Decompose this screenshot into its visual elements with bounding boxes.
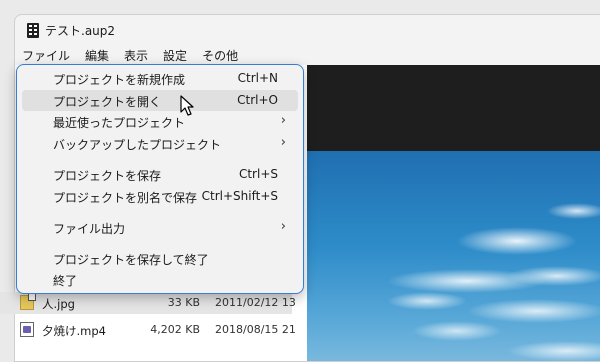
list-item[interactable]: 夕焼け.mp4 4,202 KB 2018/08/15 21 [0,319,296,341]
menu-item-label: プロジェクトを新規作成 [53,73,186,87]
menu-item-label: バックアップしたプロジェクト [53,138,222,152]
file-menu-dropdown: プロジェクトを新規作成 Ctrl+N プロジェクトを開く Ctrl+O 最近使っ… [16,64,304,294]
window-title: テスト.aup2 [45,24,116,38]
menu-item-file-export[interactable]: ファイル出力 › [22,217,298,238]
menu-item-recent-projects[interactable]: 最近使ったプロジェクト › [22,111,298,132]
menu-item-new-project[interactable]: プロジェクトを新規作成 Ctrl+N [22,68,298,89]
menu-item-open-project[interactable]: プロジェクトを開く Ctrl+O [22,90,298,111]
title-bar: テスト.aup2 [15,15,600,45]
shortcut-label: Ctrl+S [238,167,278,181]
list-item[interactable]: 人.jpg 33 KB 2011/02/12 13 [0,292,296,314]
menu-file[interactable]: ファイル [15,45,78,65]
file-date: 2011/02/12 13 [215,296,296,309]
menu-item-label: プロジェクトを保存して終了 [53,253,209,267]
menu-bar: ファイル 編集 表示 設定 その他 [15,45,600,65]
chevron-right-icon: › [280,135,286,150]
menu-settings[interactable]: 設定 [156,45,195,65]
file-size: 33 KB [167,296,200,309]
menu-item-exit[interactable]: 終了 [22,269,298,290]
preview-area[interactable] [307,65,600,361]
file-size: 4,202 KB [150,323,200,336]
jpg-file-icon [20,293,36,310]
menu-item-label: 終了 [53,274,78,288]
menu-item-save-as[interactable]: プロジェクトを別名で保存 Ctrl+Shift+S [22,186,298,207]
menu-item-label: プロジェクトを別名で保存 [53,191,198,205]
file-name: 夕焼け.mp4 [42,324,106,338]
shortcut-label: Ctrl+O [237,93,278,107]
menu-item-save-project[interactable]: プロジェクトを保存 Ctrl+S [22,164,298,185]
menu-item-save-and-exit[interactable]: プロジェクトを保存して終了 [22,248,298,269]
preview-image [307,151,600,361]
mouse-pointer-icon [180,95,194,116]
menu-item-label: プロジェクトを開く [53,95,162,109]
film-strip-icon [27,23,39,38]
file-name: 人.jpg [42,297,75,311]
shortcut-label: Ctrl+Shift+S [201,189,278,203]
chevron-right-icon: › [280,219,286,234]
menu-item-label: ファイル出力 [53,222,126,236]
file-date: 2018/08/15 21 [215,323,296,336]
menu-view[interactable]: 表示 [117,45,156,65]
menu-item-label: プロジェクトを保存 [53,169,162,183]
menu-item-label: 最近使ったプロジェクト [53,116,186,130]
chevron-right-icon: › [280,113,286,128]
mp4-file-icon [20,322,34,337]
menu-other[interactable]: その他 [195,45,246,65]
menu-item-backup-projects[interactable]: バックアップしたプロジェクト › [22,133,298,154]
shortcut-label: Ctrl+N [237,71,278,85]
menu-edit[interactable]: 編集 [78,45,117,65]
